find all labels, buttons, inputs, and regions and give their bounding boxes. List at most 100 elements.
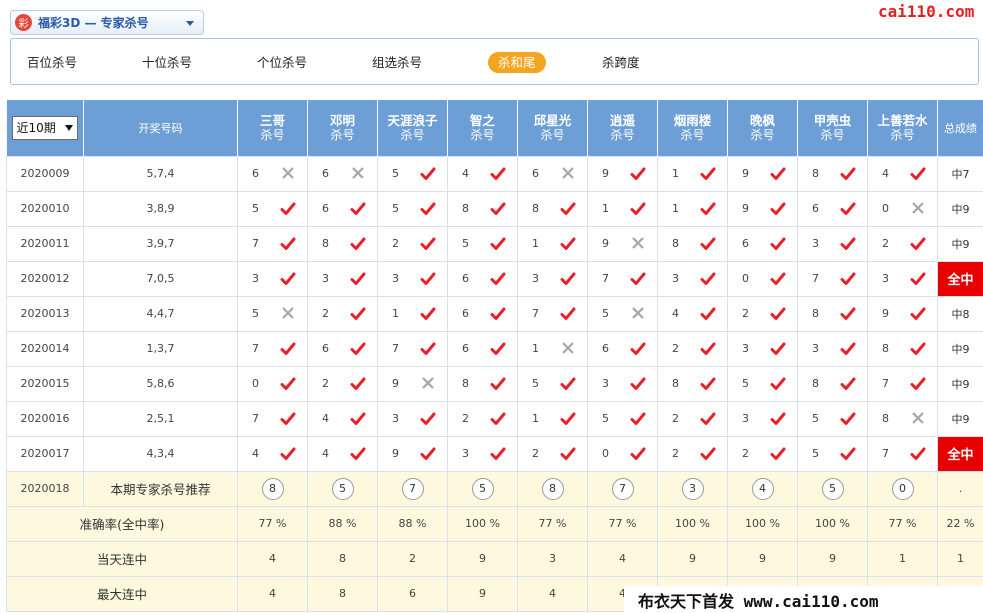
recommend-cell: 7: [587, 470, 658, 507]
table-row: 2020009 5,7,4 6 6 5 4 6 9 1 9 8 4 中7: [6, 155, 983, 192]
check-icon: [350, 446, 366, 462]
check-icon: [280, 271, 296, 287]
lottery-type-select[interactable]: 彩 福彩3D — 专家杀号: [10, 10, 204, 35]
stats-value: 6: [377, 575, 448, 612]
recommend-cell: 7: [377, 470, 448, 507]
recommend-cell: 5: [307, 470, 378, 507]
tab-units-kill[interactable]: 个位杀号: [247, 52, 317, 73]
kill-number: 4: [882, 167, 889, 180]
kill-number: 7: [602, 272, 609, 285]
check-icon: [490, 411, 506, 427]
expert-pick-cell: 0: [587, 435, 658, 472]
period-select-value: 近10期: [16, 121, 56, 136]
expert-pick-cell: 3: [867, 260, 938, 297]
expert-pick-cell: 3: [517, 260, 588, 297]
check-icon: [700, 201, 716, 217]
tab-span-kill[interactable]: 杀跨度: [592, 52, 650, 73]
stats-total: 22 %: [937, 505, 983, 542]
recommend-cell: 8: [517, 470, 588, 507]
stats-value: 4: [237, 540, 308, 577]
check-icon: [420, 446, 436, 462]
expert-pick-cell: 6: [307, 155, 378, 192]
kill-number: 1: [672, 167, 679, 180]
check-icon: [630, 446, 646, 462]
check-icon: [630, 201, 646, 217]
expert-pick-cell: 3: [447, 435, 518, 472]
period-select[interactable]: 近10期: [11, 115, 78, 140]
expert-pick-cell: 5: [377, 155, 448, 192]
recommend-cell: 5: [797, 470, 868, 507]
check-icon: [840, 306, 856, 322]
kill-number: 4: [672, 307, 679, 320]
table-row: 2020012 7,0,5 3 3 3 6 3 7 3 0 7 3 全中: [6, 260, 983, 297]
check-icon: [840, 376, 856, 392]
expert-pick-cell: 1: [587, 190, 658, 227]
table-body: 2020009 5,7,4 6 6 5 4 6 9 1 9 8 4 中7 2020010 3,8,9 5 6 5 8…: [6, 155, 983, 612]
tab-hundreds-kill[interactable]: 百位杀号: [17, 52, 87, 73]
draw-number: 3,8,9: [83, 190, 238, 227]
kill-number: 8: [322, 237, 329, 250]
expert-pick-cell: 2: [517, 435, 588, 472]
expert-header: 逍遥 杀号: [587, 100, 658, 156]
expert-sub-label: 杀号: [400, 128, 425, 143]
cross-icon: [280, 166, 296, 182]
expert-pick-cell: 5: [587, 400, 658, 437]
expert-pick-cell: 1: [377, 295, 448, 332]
expert-pick-cell: 9: [727, 155, 798, 192]
check-icon: [280, 341, 296, 357]
expert-pick-cell: 8: [657, 225, 728, 262]
tab-tens-kill[interactable]: 十位杀号: [132, 52, 202, 73]
check-icon: [840, 446, 856, 462]
kill-number: 5: [252, 307, 259, 320]
stats-value: 77 %: [587, 505, 658, 542]
issue-number: 2020018: [6, 470, 84, 507]
kill-number: 6: [252, 167, 259, 180]
expert-header: 三哥 杀号: [237, 100, 308, 156]
kill-number: 5: [742, 377, 749, 390]
watermark: 布衣天下首发 www.cai110.com: [624, 586, 983, 613]
check-icon: [700, 411, 716, 427]
stats-value: 100 %: [657, 505, 728, 542]
check-icon: [630, 271, 646, 287]
cross-icon: [280, 306, 296, 322]
total-score: 中9: [937, 190, 983, 227]
kill-number: 7: [252, 342, 259, 355]
kill-number: 0: [252, 377, 259, 390]
tab-group-kill[interactable]: 组选杀号: [362, 52, 432, 73]
expert-pick-cell: 5: [237, 295, 308, 332]
expert-pick-cell: 3: [587, 365, 658, 402]
check-icon: [700, 341, 716, 357]
kill-number: 7: [252, 237, 259, 250]
check-icon: [630, 376, 646, 392]
expert-pick-cell: 3: [377, 260, 448, 297]
check-icon: [910, 166, 926, 182]
kill-number: 9: [742, 202, 749, 215]
top-area: 彩 福彩3D — 专家杀号 cai110.com 百位杀号 十位杀号 个位杀号 …: [0, 0, 983, 100]
check-icon: [560, 376, 576, 392]
tab-sum-tail-kill[interactable]: 杀和尾: [488, 52, 546, 73]
expert-header: 邓明 杀号: [307, 100, 378, 156]
kill-number: 5: [532, 377, 539, 390]
stats-row: 当天连中 4 8 2 9 3 4 9 9 9 1 1: [6, 540, 983, 577]
stats-value: 9: [447, 575, 518, 612]
cross-icon: [560, 341, 576, 357]
expert-sub-label: 杀号: [750, 128, 775, 143]
expert-sub-label: 杀号: [890, 128, 915, 143]
expert-pick-cell: 2: [657, 435, 728, 472]
check-icon: [490, 201, 506, 217]
expert-pick-cell: 2: [867, 225, 938, 262]
kill-number: 9: [602, 237, 609, 250]
check-icon: [910, 271, 926, 287]
chevron-down-icon[interactable]: [186, 21, 194, 26]
issue-number: 2020009: [6, 155, 84, 192]
table-row: 2020014 1,3,7 7 6 7 6 1 6 2 3 3 8 中9: [6, 330, 983, 367]
expert-pick-cell: 6: [447, 295, 518, 332]
check-icon: [420, 306, 436, 322]
stats-value: 8: [307, 575, 378, 612]
expert-pick-cell: 2: [307, 365, 378, 402]
expert-pick-cell: 9: [377, 365, 448, 402]
expert-pick-cell: 6: [517, 155, 588, 192]
expert-pick-cell: 9: [587, 155, 658, 192]
expert-pick-cell: 0: [867, 190, 938, 227]
stats-value: 9: [447, 540, 518, 577]
